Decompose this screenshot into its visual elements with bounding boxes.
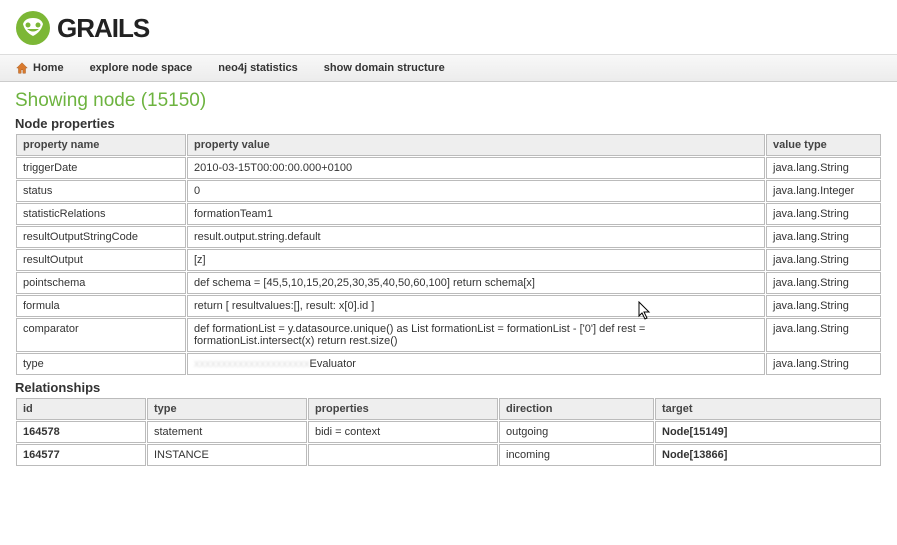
nav-stats-label: neo4j statistics xyxy=(218,62,297,74)
grails-logo-icon xyxy=(15,10,51,46)
nav-domain[interactable]: show domain structure xyxy=(324,62,445,74)
nav-explore-label: explore node space xyxy=(90,62,193,74)
nav-stats[interactable]: neo4j statistics xyxy=(218,62,297,74)
props-row: statisticRelationsformationTeam1java.lan… xyxy=(16,203,881,225)
rels-row: 164578statementbidi = contextoutgoingNod… xyxy=(16,421,881,443)
props-cell-type: java.lang.String xyxy=(766,318,881,352)
rels-cell-type: statement xyxy=(147,421,307,443)
props-cell-type: java.lang.String xyxy=(766,295,881,317)
props-cell-name: statisticRelations xyxy=(16,203,186,225)
props-cell-type: java.lang.String xyxy=(766,353,881,375)
props-row: comparatordef formationList = y.datasour… xyxy=(16,318,881,352)
page-title: Showing node (15150) xyxy=(15,90,882,112)
rels-cell-props xyxy=(308,444,498,466)
props-cell-value: 0 xyxy=(187,180,765,202)
props-table: property name property value value type … xyxy=(15,133,882,376)
props-cell-name: status xyxy=(16,180,186,202)
props-cell-type: java.lang.String xyxy=(766,249,881,271)
rels-th-target: target xyxy=(655,398,881,420)
props-cell-name: resultOutputStringCode xyxy=(16,226,186,248)
props-cell-type: java.lang.String xyxy=(766,272,881,294)
props-th-name: property name xyxy=(16,134,186,156)
props-cell-value: return [ resultvalues:[], result: x[0].i… xyxy=(187,295,765,317)
props-row: resultOutputStringCoderesult.output.stri… xyxy=(16,226,881,248)
props-row: resultOutput[z]java.lang.String xyxy=(16,249,881,271)
rels-th-props: properties xyxy=(308,398,498,420)
props-row: status0java.lang.Integer xyxy=(16,180,881,202)
props-cell-name: formula xyxy=(16,295,186,317)
rels-th-dir: direction xyxy=(499,398,654,420)
props-cell-name: resultOutput xyxy=(16,249,186,271)
props-cell-value: def schema = [45,5,10,15,20,25,30,35,40,… xyxy=(187,272,765,294)
props-cell-name: triggerDate xyxy=(16,157,186,179)
props-cell-type: java.lang.Integer xyxy=(766,180,881,202)
logo-text: GRAILS xyxy=(57,13,149,44)
nav-bar: Home explore node space neo4j statistics… xyxy=(0,54,897,82)
props-th-type: value type xyxy=(766,134,881,156)
props-cell-value: 2010-03-15T00:00:00.000+0100 xyxy=(187,157,765,179)
props-row: triggerDate2010-03-15T00:00:00.000+0100j… xyxy=(16,157,881,179)
rels-cell-dir: incoming xyxy=(499,444,654,466)
props-cell-value: def formationList = y.datasource.unique(… xyxy=(187,318,765,352)
props-cell-type: java.lang.String xyxy=(766,226,881,248)
props-cell-name: pointschema xyxy=(16,272,186,294)
props-cell-value: result.output.string.default xyxy=(187,226,765,248)
props-row: formulareturn [ resultvalues:[], result:… xyxy=(16,295,881,317)
rels-cell-id: 164578 xyxy=(16,421,146,443)
props-cell-value: xxxxxxxxxxxxxxxxxxxxxEvaluator xyxy=(187,353,765,375)
rels-cell-type: INSTANCE xyxy=(147,444,307,466)
rels-cell-props: bidi = context xyxy=(308,421,498,443)
props-th-value: property value xyxy=(187,134,765,156)
section-rels-title: Relationships xyxy=(15,380,882,395)
props-row: pointschemadef schema = [45,5,10,15,20,2… xyxy=(16,272,881,294)
nav-domain-label: show domain structure xyxy=(324,62,445,74)
logo-bar: GRAILS xyxy=(0,0,897,54)
rels-row: 164577INSTANCE incomingNode[13866] xyxy=(16,444,881,466)
props-cell-type: java.lang.String xyxy=(766,203,881,225)
home-icon xyxy=(15,61,29,75)
props-cell-name: comparator xyxy=(16,318,186,352)
props-cell-value: formationTeam1 xyxy=(187,203,765,225)
rels-cell-dir: outgoing xyxy=(499,421,654,443)
props-row: typexxxxxxxxxxxxxxxxxxxxxEvaluatorjava.l… xyxy=(16,353,881,375)
nav-home[interactable]: Home xyxy=(15,61,64,75)
props-cell-type: java.lang.String xyxy=(766,157,881,179)
section-props-title: Node properties xyxy=(15,116,882,131)
nav-explore[interactable]: explore node space xyxy=(90,62,193,74)
rels-cell-target[interactable]: Node[13866] xyxy=(655,444,881,466)
props-cell-name: type xyxy=(16,353,186,375)
rels-th-type: type xyxy=(147,398,307,420)
props-cell-value: [z] xyxy=(187,249,765,271)
rels-cell-id: 164577 xyxy=(16,444,146,466)
rels-cell-target[interactable]: Node[15149] xyxy=(655,421,881,443)
rels-th-id: id xyxy=(16,398,146,420)
rels-table: id type properties direction target 1645… xyxy=(15,397,882,467)
nav-home-label: Home xyxy=(33,62,64,74)
